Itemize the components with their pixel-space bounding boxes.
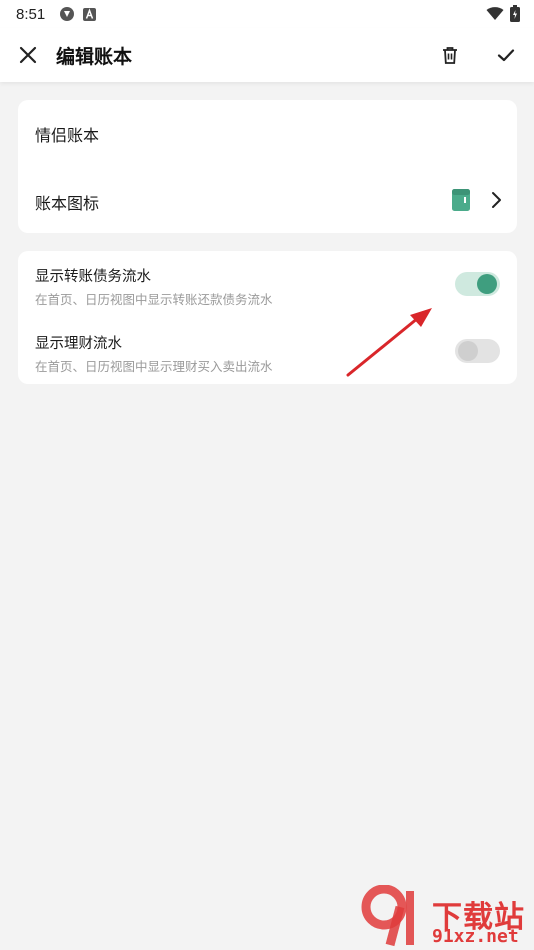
a-notification-icon xyxy=(83,7,97,21)
confirm-button[interactable] xyxy=(486,35,526,75)
book-icon[interactable] xyxy=(452,189,470,215)
book-name-field[interactable]: 情侣账本 xyxy=(35,122,99,146)
show-finance-toggle[interactable] xyxy=(455,339,500,363)
watermark-logo xyxy=(361,885,414,947)
app-bar: 编辑账本 xyxy=(0,28,534,82)
trash-icon xyxy=(443,47,457,64)
chevron-right-icon[interactable] xyxy=(490,190,504,214)
option-title: 显示转账债务流水 xyxy=(35,269,151,285)
option-subtitle: 在首页、日历视图中显示转账还款债务流水 xyxy=(35,292,273,307)
show-transfer-debt-toggle[interactable] xyxy=(455,272,500,296)
show-finance-row: 显示理财流水 在首页、日历视图中显示理财买入卖出流水 xyxy=(18,318,517,384)
show-transfer-debt-row: 显示转账债务流水 在首页、日历视图中显示转账还款债务流水 xyxy=(18,251,517,317)
battery-icon xyxy=(510,5,520,26)
delete-button[interactable] xyxy=(430,35,470,75)
check-icon xyxy=(497,49,515,62)
watermark-url: 91xz.net xyxy=(432,926,519,947)
wifi-icon xyxy=(486,6,504,25)
flow-options-card: 显示转账债务流水 在首页、日历视图中显示转账还款债务流水 显示理财流水 在首页、… xyxy=(18,251,517,384)
page-title: 编辑账本 xyxy=(56,46,133,68)
status-time: 8:51 xyxy=(16,5,46,23)
annotation-arrow-icon xyxy=(346,308,432,377)
close-button[interactable] xyxy=(8,35,48,75)
status-bar: 8:51 xyxy=(0,0,534,28)
close-icon xyxy=(19,46,37,64)
option-subtitle: 在首页、日历视图中显示理财买入卖出流水 xyxy=(35,359,273,374)
book-icon-row-label[interactable]: 账本图标 xyxy=(35,190,99,214)
app-notification-icon xyxy=(59,6,75,22)
option-title: 显示理财流水 xyxy=(35,336,122,352)
toggle-knob xyxy=(458,341,478,361)
book-info-card: 情侣账本 账本图标 xyxy=(18,100,517,233)
toggle-knob xyxy=(477,274,497,294)
